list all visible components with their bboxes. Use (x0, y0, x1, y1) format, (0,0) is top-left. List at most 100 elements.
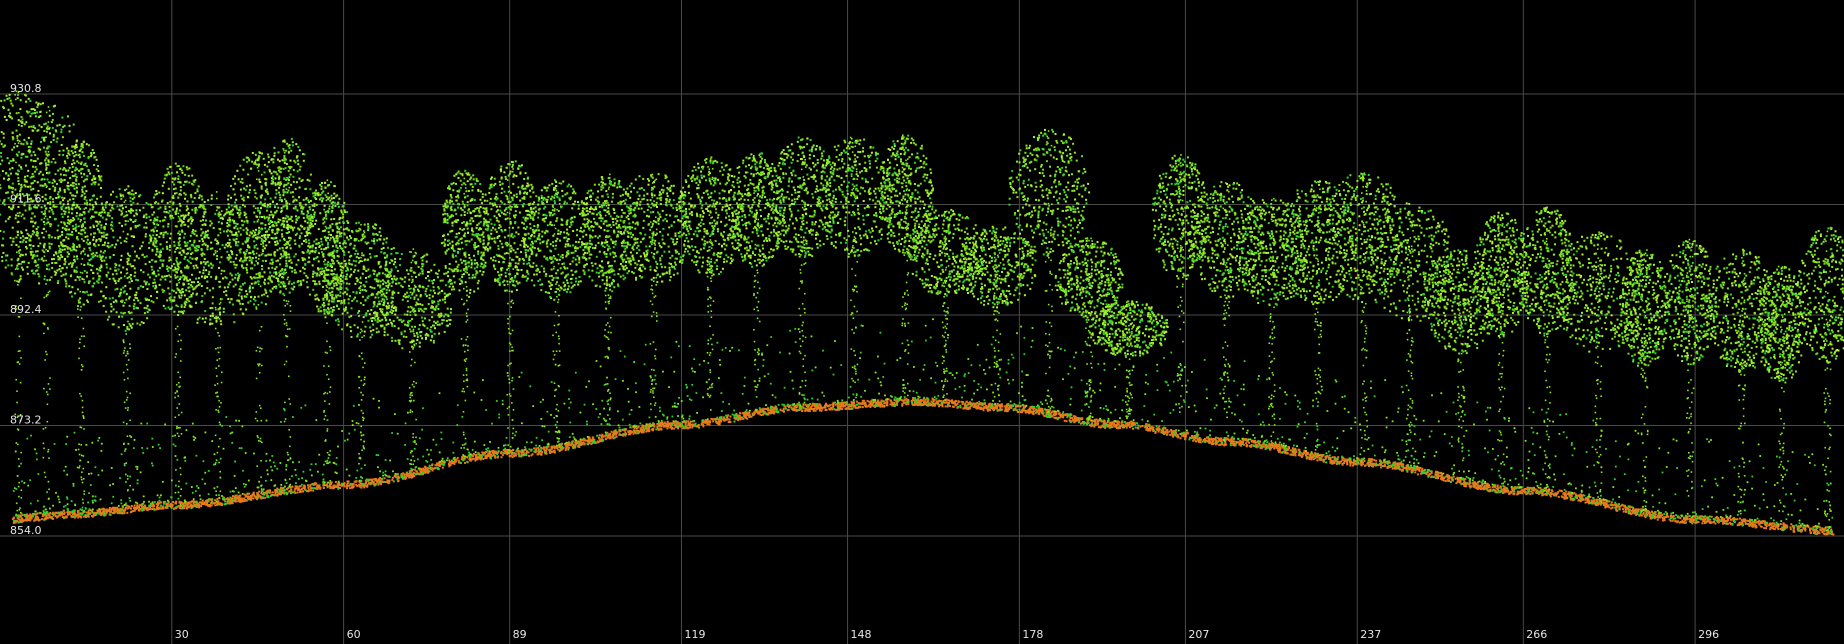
ground-point (946, 405, 949, 408)
ground-point (1442, 476, 1445, 479)
ground-point (1554, 493, 1557, 496)
ground-point (1018, 408, 1021, 411)
ground-point (1353, 461, 1356, 464)
ground-point (1380, 464, 1383, 466)
ground-point (550, 446, 553, 448)
ground-point (605, 433, 608, 435)
ground-point (1512, 492, 1515, 495)
ground-point (1741, 522, 1744, 524)
ground-point (234, 496, 236, 499)
ground-point (472, 452, 475, 455)
ground-point (568, 441, 570, 444)
ground-point (543, 446, 545, 449)
ground-point (1494, 491, 1497, 494)
ground-point (362, 484, 365, 487)
ground-point (300, 488, 303, 491)
ground-point (1182, 431, 1185, 434)
ground-point (1129, 426, 1132, 429)
ground-point (1100, 426, 1102, 429)
ground-point (716, 416, 719, 419)
ground-point (293, 490, 296, 493)
ground-point (831, 406, 834, 409)
ground-point (1042, 411, 1045, 414)
ground-point (62, 509, 65, 512)
ground-point (601, 435, 604, 438)
ground-point (851, 403, 854, 406)
ground-point (701, 422, 704, 425)
ground-point (212, 502, 215, 505)
ground-point (1301, 455, 1303, 458)
ground-point (1352, 464, 1354, 467)
ground-point (671, 423, 674, 426)
ground-point (271, 491, 274, 494)
ground-point (1644, 514, 1647, 517)
ground-point (1722, 521, 1725, 524)
ground-point (408, 470, 411, 473)
ground-point (1130, 420, 1132, 423)
ground-point (1539, 487, 1542, 490)
ground-point (48, 512, 51, 515)
ground-point (1229, 440, 1232, 443)
ground-point (1495, 487, 1498, 490)
ground-point (814, 409, 817, 412)
ground-point (468, 458, 471, 460)
ground-point (918, 403, 921, 406)
ground-point (133, 504, 136, 507)
ground-point (890, 401, 893, 404)
ground-point (728, 418, 731, 421)
ground-point (208, 503, 211, 506)
ground-point (178, 501, 181, 504)
ground-point (303, 484, 306, 487)
ground-point (274, 493, 277, 496)
ground-point (283, 492, 286, 495)
ground-point (805, 408, 808, 411)
ground-point (120, 512, 123, 515)
ground-point (1622, 508, 1624, 511)
ground-point (1789, 528, 1792, 531)
ground-point (307, 484, 309, 487)
ground-point (30, 517, 33, 520)
ground-point (1364, 464, 1366, 467)
ground-point (1106, 425, 1109, 428)
ground-point (1688, 518, 1691, 521)
ground-point (1229, 444, 1232, 447)
ground-point (1405, 469, 1408, 472)
ground-point (1455, 482, 1458, 485)
ground-point (1266, 441, 1269, 444)
ground-point (1188, 438, 1191, 441)
ground-point (1419, 472, 1422, 475)
ground-point (977, 407, 980, 410)
ground-point (1717, 517, 1720, 520)
ground-point (1340, 460, 1343, 463)
ground-point (596, 434, 599, 437)
ground-point (381, 477, 384, 480)
ground-point (1684, 514, 1687, 517)
ground-point (1615, 506, 1618, 509)
ground-point (17, 515, 20, 518)
ground-point (472, 457, 475, 460)
ground-point (591, 436, 594, 439)
ground-point (674, 420, 677, 423)
ground-point (604, 434, 607, 437)
ground-point (1567, 493, 1570, 495)
ground-point (948, 404, 951, 407)
ground-point (76, 509, 79, 512)
ground-point (1038, 413, 1041, 415)
ground-point (224, 503, 227, 505)
ground-point (1119, 424, 1122, 427)
ground-point (188, 505, 191, 508)
ground-point (1062, 414, 1065, 417)
ground-point (140, 505, 143, 508)
ground-point (1444, 480, 1447, 483)
ground-point (149, 508, 152, 511)
ground-point (927, 404, 929, 407)
ground-point (1166, 433, 1168, 436)
ground-point (13, 516, 15, 519)
ground-point (794, 408, 797, 411)
ground-point (37, 517, 40, 520)
ground-point (1220, 443, 1223, 445)
ground-point (1451, 478, 1454, 481)
ground-point (919, 399, 922, 402)
ground-point (1710, 515, 1713, 518)
ground-point (886, 401, 889, 404)
